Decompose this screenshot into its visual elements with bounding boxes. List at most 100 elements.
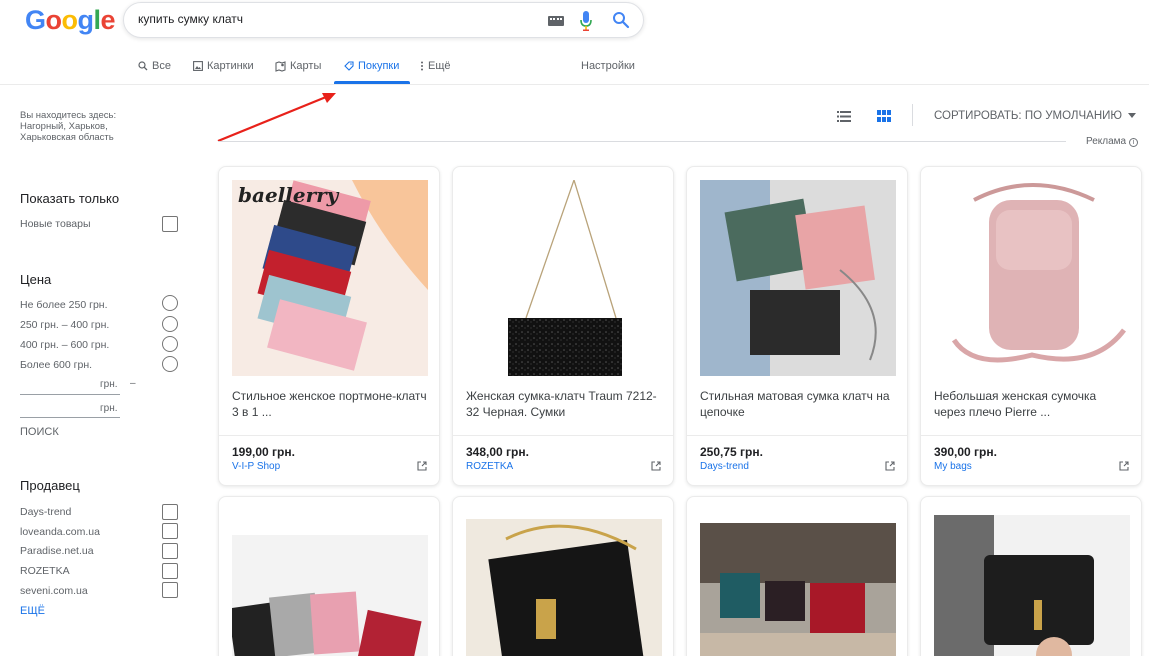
price-range-dash: – [130, 378, 136, 389]
price-min-currency: грн. [100, 379, 118, 390]
price-search-button[interactable]: ПОИСК [20, 426, 59, 438]
product-card[interactable]: Небольшая женская сумочка через плечо Pi… [920, 166, 1142, 486]
show-only-title: Показать только [20, 191, 120, 206]
external-link-icon[interactable] [651, 461, 661, 471]
seller-option[interactable]: seveni.com.ua [20, 585, 88, 597]
sort-label: СОРТИРОВАТЬ: ПО УМОЛЧАНИЮ [934, 110, 1123, 122]
product-title[interactable]: Женская сумка-клатч Traum 7212-32 Черная… [466, 389, 662, 420]
sort-dropdown[interactable]: СОРТИРОВАТЬ: ПО УМОЛЧАНИЮ [934, 110, 1137, 122]
product-price: 199,00 грн. [232, 445, 295, 459]
price-max-currency: грн. [100, 403, 118, 414]
seller-checkbox[interactable] [162, 582, 178, 598]
store-name[interactable]: ROZETKA [466, 461, 513, 472]
product-card[interactable] [920, 496, 1142, 656]
product-image[interactable]: baellerry [232, 180, 428, 376]
tab-label: Картинки [207, 60, 254, 72]
product-image[interactable] [232, 535, 428, 656]
store-name[interactable]: V-I-P Shop [232, 461, 280, 472]
price-max-input[interactable] [20, 417, 120, 418]
search-icon[interactable] [612, 11, 630, 29]
product-price: 348,00 грн. [466, 445, 529, 459]
location-text: Вы находитесь здесь: Нагорный, Харьков, … [20, 110, 117, 143]
price-title: Цена [20, 272, 52, 287]
card-divider [921, 435, 1141, 436]
product-title[interactable]: Стильное женское портмоне-клатч 3 в 1 ..… [232, 389, 428, 420]
keyboard-icon[interactable] [548, 16, 564, 26]
product-card[interactable] [218, 496, 440, 656]
product-card[interactable]: baellerry Стильное женское портмоне-клат… [218, 166, 440, 486]
product-card[interactable] [452, 496, 674, 656]
product-image[interactable] [934, 515, 1130, 656]
external-link-icon[interactable] [885, 461, 895, 471]
product-card[interactable] [686, 496, 908, 656]
image-icon [193, 61, 203, 71]
toolbar-divider-line [218, 141, 1066, 142]
tab-more[interactable]: Ещё [420, 58, 451, 74]
more-vert-icon [421, 61, 423, 71]
product-image[interactable] [700, 523, 896, 656]
external-link-icon[interactable] [417, 461, 427, 471]
seller-checkbox[interactable] [162, 504, 178, 520]
price-min-input[interactable] [20, 394, 120, 395]
google-logo[interactable]: Google [25, 5, 116, 36]
grid-view-icon[interactable] [877, 110, 891, 122]
price-radio[interactable] [162, 356, 178, 372]
seller-checkbox[interactable] [162, 563, 178, 579]
seller-checkbox[interactable] [162, 523, 178, 539]
price-radio[interactable] [162, 316, 178, 332]
tab-all[interactable]: Все [138, 58, 171, 74]
store-name[interactable]: My bags [934, 461, 972, 472]
ad-label-text: Реклама [1086, 136, 1127, 147]
seller-title: Продавец [20, 478, 80, 493]
product-image[interactable] [466, 519, 662, 656]
product-card[interactable]: Женская сумка-клатч Traum 7212-32 Черная… [452, 166, 674, 486]
seller-more-link[interactable]: ЕЩЁ [20, 605, 45, 617]
brand-text: baellerry [238, 183, 340, 207]
seller-checkbox[interactable] [162, 543, 178, 559]
price-option[interactable]: 400 грн. – 600 грн. [20, 339, 109, 351]
filter-new-items[interactable]: Новые товары [20, 218, 91, 230]
price-radio[interactable] [162, 295, 178, 311]
product-title[interactable]: Стильная матовая сумка клатч на цепочке [700, 389, 896, 420]
tab-label: Ещё [428, 60, 451, 72]
info-icon[interactable]: i [1129, 138, 1139, 147]
tab-shopping[interactable]: Покупки [344, 58, 399, 74]
seller-option[interactable]: loveanda.com.ua [20, 526, 100, 538]
ad-label[interactable]: Реклама i [1086, 136, 1139, 147]
new-items-checkbox[interactable] [162, 216, 178, 232]
store-name[interactable]: Days-trend [700, 461, 749, 472]
product-price: 390,00 грн. [934, 445, 997, 459]
product-image[interactable] [934, 180, 1130, 376]
search-box[interactable] [123, 2, 644, 38]
tab-label: Покупки [358, 60, 400, 72]
list-view-icon[interactable] [837, 111, 851, 122]
price-radio[interactable] [162, 336, 178, 352]
header-divider [0, 84, 1149, 85]
tab-maps[interactable]: Карты [275, 58, 321, 74]
external-link-icon[interactable] [1119, 461, 1129, 471]
tag-icon [344, 61, 354, 71]
microphone-icon[interactable] [579, 10, 593, 32]
card-divider [453, 435, 673, 436]
seller-option[interactable]: Paradise.net.ua [20, 545, 94, 557]
product-card[interactable]: Стильная матовая сумка клатч на цепочке … [686, 166, 908, 486]
search-input[interactable] [138, 12, 518, 26]
tab-label: Карты [290, 60, 322, 72]
price-option[interactable]: Более 600 грн. [20, 359, 92, 371]
card-divider [687, 435, 907, 436]
product-image[interactable] [700, 180, 896, 376]
dropdown-arrow-icon [1128, 113, 1137, 119]
product-title[interactable]: Небольшая женская сумочка через плечо Pi… [934, 389, 1130, 420]
tab-label: Все [152, 60, 171, 72]
price-option[interactable]: Не более 250 грн. [20, 299, 108, 311]
price-option[interactable]: 250 грн. – 400 грн. [20, 319, 109, 331]
card-divider [219, 435, 439, 436]
seller-option[interactable]: Days-trend [20, 506, 71, 518]
search-icon [138, 61, 148, 71]
product-price: 250,75 грн. [700, 445, 763, 459]
toolbar-divider [912, 104, 913, 126]
seller-option[interactable]: ROZETKA [20, 565, 70, 577]
product-image[interactable] [466, 180, 662, 376]
tab-images[interactable]: Картинки [193, 58, 254, 74]
settings-link[interactable]: Настройки [581, 60, 635, 72]
